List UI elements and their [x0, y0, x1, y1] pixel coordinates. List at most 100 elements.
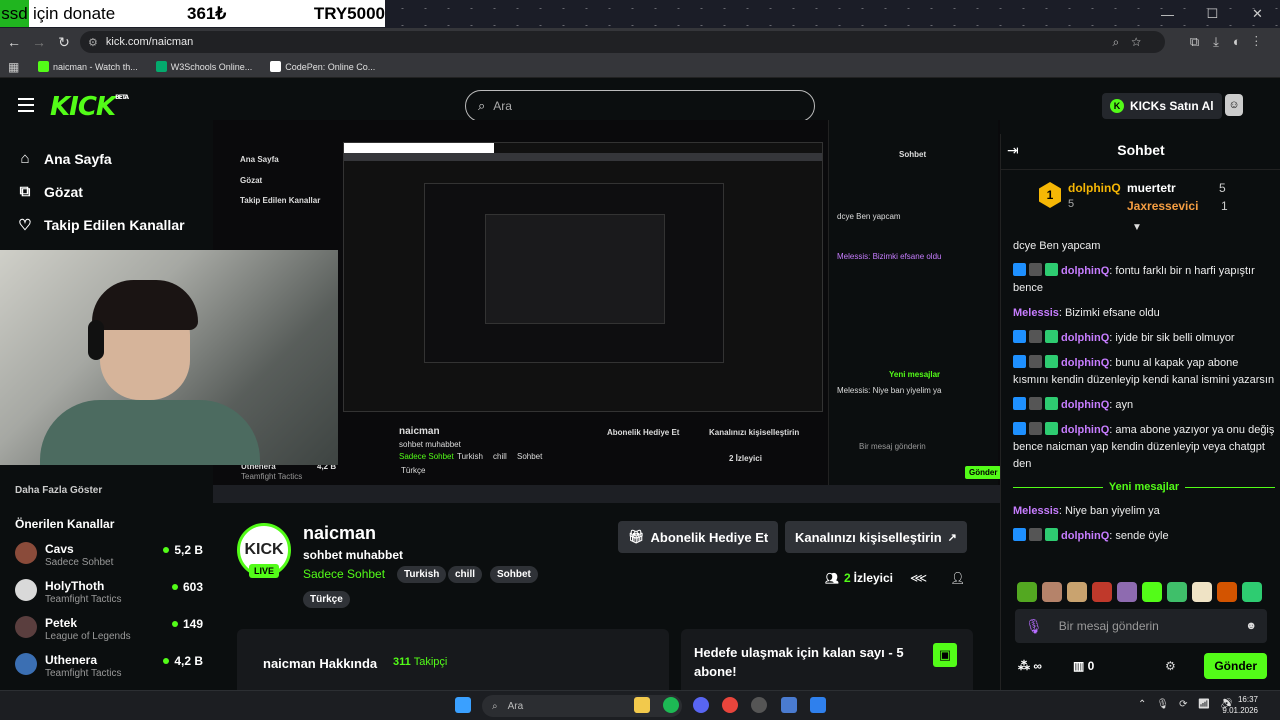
taskbar-search[interactable]: ⌕ Ara: [482, 695, 682, 717]
chat-username[interactable]: Melessis: [1013, 307, 1059, 319]
site-info-icon[interactable]: ⚙: [88, 36, 98, 49]
recommended-channel[interactable]: Uthenera Teamfight Tactics 4,2 B: [15, 649, 203, 686]
chat-message-text: ayn: [1115, 399, 1134, 411]
reload-icon[interactable]: ↻: [53, 34, 75, 51]
recommended-channel[interactable]: HolyThoth Teamfight Tactics 603: [15, 575, 203, 612]
extensions-and-menu-icons[interactable]: ⧉⤓◐⋮: [1190, 34, 1272, 50]
spotify-icon[interactable]: [663, 697, 679, 713]
recommended-channel[interactable]: Petek League of Legends 149: [15, 612, 203, 649]
nav-browse[interactable]: ⧉ Gözat: [0, 175, 213, 208]
close-icon[interactable]: ✕: [1235, 0, 1280, 28]
maximize-icon[interactable]: ☐: [1190, 0, 1235, 28]
channel-avatar: [15, 653, 37, 675]
nav-following[interactable]: ♡ Takip Edilen Kanallar: [0, 208, 213, 241]
emote-icon[interactable]: [1117, 582, 1137, 602]
emote-icon[interactable]: [1017, 582, 1037, 602]
search-icon: ⌕: [492, 700, 498, 712]
minimize-icon[interactable]: —: [1145, 0, 1190, 28]
chat-username[interactable]: Melessis: [1013, 505, 1059, 517]
share-icon[interactable]: ⋘: [910, 571, 927, 585]
bookmark-favicon: [38, 61, 49, 72]
search-placeholder: Ara: [493, 99, 512, 113]
channel-info: KICK LIVE naicman sohbet muhabbet Sadece…: [213, 503, 1000, 699]
send-button[interactable]: Gönder: [1204, 653, 1267, 679]
channel-category: Teamfight Tactics: [45, 668, 122, 679]
emoji-icon[interactable]: ☻: [1245, 620, 1257, 632]
bookmark-item[interactable]: naicman - Watch th...: [38, 61, 138, 72]
chat-messages: dcye Ben yapcam dolphinQ: fontu farklı b…: [1013, 238, 1276, 553]
sub-badge-icon: [1029, 422, 1042, 435]
recommended-channel[interactable]: Cavs Sadece Sohbet 5,2 B: [15, 538, 203, 575]
new-messages-divider[interactable]: Yeni mesajlar: [1013, 481, 1276, 493]
emote-icon[interactable]: [1192, 582, 1212, 602]
chrome-icon[interactable]: [722, 697, 738, 713]
bookmark-item[interactable]: W3Schools Online...: [155, 61, 252, 72]
emote-icon[interactable]: [1092, 582, 1112, 602]
discord-icon[interactable]: [693, 697, 709, 713]
chat-input-placeholder: Bir mesaj gönderin: [1058, 619, 1159, 633]
emote-icon[interactable]: [1167, 582, 1187, 602]
kick-logo[interactable]: KICKBETA: [50, 92, 129, 122]
kicks-balance[interactable]: ⁂ ∞: [1018, 659, 1042, 673]
chat-username[interactable]: dolphinQ: [1061, 265, 1109, 277]
mirror-tag: Sohbet: [517, 452, 543, 461]
stream-category[interactable]: Sadece Sohbet: [303, 567, 385, 581]
steam-icon[interactable]: [751, 697, 767, 713]
stream-tag[interactable]: Türkçe: [303, 591, 350, 608]
chat-username[interactable]: dolphinQ: [1061, 357, 1109, 369]
gift-icon[interactable]: ▣: [933, 643, 957, 667]
window-controls: — ☐ ✕: [1145, 0, 1280, 28]
show-more-link[interactable]: Daha Fazla Göster: [15, 485, 102, 496]
stream-tag[interactable]: chill: [448, 566, 483, 583]
mirror-customize: Kanalınızı kişiselleştirin: [709, 428, 800, 437]
system-clock[interactable]: 16:37 9.01.2026: [1222, 694, 1258, 716]
emote-icon[interactable]: [1042, 582, 1062, 602]
viewer-count: 603: [171, 580, 203, 594]
viewer-count-label: İzleyici: [853, 571, 894, 585]
user-avatar[interactable]: ☺: [1225, 94, 1243, 116]
microphone-icon[interactable]: 🎙︎: [1025, 618, 1043, 635]
apps-icon[interactable]: ▦: [8, 60, 20, 74]
bookmark-favicon: [270, 61, 282, 72]
emote-icon[interactable]: [1217, 582, 1237, 602]
buy-kicks-button[interactable]: K KICKs Satın Al: [1102, 93, 1222, 119]
forward-icon[interactable]: →: [28, 34, 50, 50]
app-icon[interactable]: [781, 697, 797, 713]
chat-username[interactable]: dolphinQ: [1061, 530, 1109, 542]
channel-name[interactable]: naicman: [303, 523, 376, 544]
mirror-tag: Turkish: [457, 452, 483, 461]
bookmark-item[interactable]: CodePen: Online Co...: [270, 61, 375, 72]
leaderboard-first-name[interactable]: dolphinQ: [1068, 181, 1121, 195]
emote-icon[interactable]: [1142, 582, 1162, 602]
chat-username[interactable]: dolphinQ: [1061, 399, 1109, 411]
first-place-icon: 1: [1039, 182, 1061, 208]
follow-user-icon[interactable]: 👤︎: [950, 571, 965, 585]
bookmark-label: CodePen: Online Co...: [285, 61, 376, 72]
stream-tag[interactable]: Sohbet: [490, 566, 538, 583]
expand-leaderboard-icon[interactable]: ▼: [1132, 222, 1142, 233]
stream-tag[interactable]: Turkish: [397, 566, 447, 583]
address-bar[interactable]: ⚙ kick.com/naicman ⌕☆: [80, 31, 1165, 53]
viewers-icon: 👥︎: [825, 572, 839, 585]
gift-counter[interactable]: ▥ 0: [1073, 659, 1094, 673]
chat-message-input[interactable]: 🎙︎ Bir mesaj gönderin ☻: [1015, 609, 1267, 643]
chat-settings-icon[interactable]: ⚙: [1165, 659, 1176, 673]
gift-badge-icon: [1045, 263, 1058, 276]
chat-username[interactable]: dolphinQ: [1061, 424, 1109, 436]
emote-icon[interactable]: [1067, 582, 1087, 602]
gift-subscription-button[interactable]: 🎁︎ Abonelik Hediye Et: [618, 521, 779, 553]
file-explorer-icon[interactable]: [634, 697, 650, 713]
kick-coin-icon: K: [1110, 99, 1124, 113]
windows-start-icon[interactable]: [455, 697, 471, 713]
nav-home[interactable]: ⌂ Ana Sayfa: [0, 142, 213, 175]
back-icon[interactable]: ←: [3, 34, 25, 50]
chat-message: dolphinQ: ama abone yazıyor ya onu değiş…: [1013, 422, 1275, 470]
search-input[interactable]: ⌕ Ara: [465, 90, 815, 122]
app-icon[interactable]: [810, 697, 826, 713]
menu-icon[interactable]: [18, 98, 34, 112]
zoom-and-bookmark-icons[interactable]: ⌕☆: [1112, 35, 1153, 50]
customize-channel-button[interactable]: Kanalınızı kişiselleştirin ↗: [785, 521, 967, 553]
emote-icon[interactable]: [1242, 582, 1262, 602]
chat-username[interactable]: dolphinQ: [1061, 332, 1109, 344]
mirror-channel-title: sohbet muhabbet: [399, 440, 461, 449]
